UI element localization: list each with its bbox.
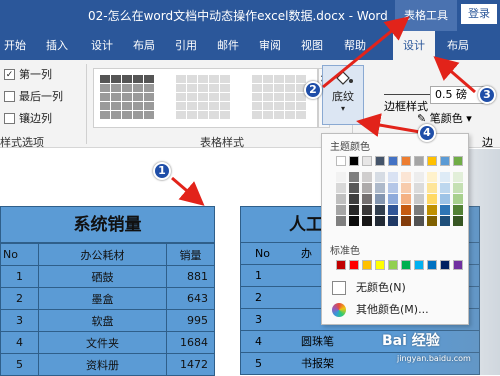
arrow-to-table-tools [322, 16, 410, 89]
annotation-arrows [171, 16, 476, 206]
step-marker-2: 2 [304, 81, 322, 99]
watermark-logo: Bai 经验 [382, 333, 440, 349]
watermark-url: jingyan.baidu.com [397, 354, 471, 363]
step-marker-3: 3 [478, 86, 496, 104]
arrow-to-table [171, 176, 205, 206]
step-marker-4: 4 [418, 124, 436, 142]
step-marker-1: 1 [153, 162, 171, 180]
arrow-to-shading [356, 113, 421, 137]
arrow-to-design-tab [433, 56, 476, 94]
